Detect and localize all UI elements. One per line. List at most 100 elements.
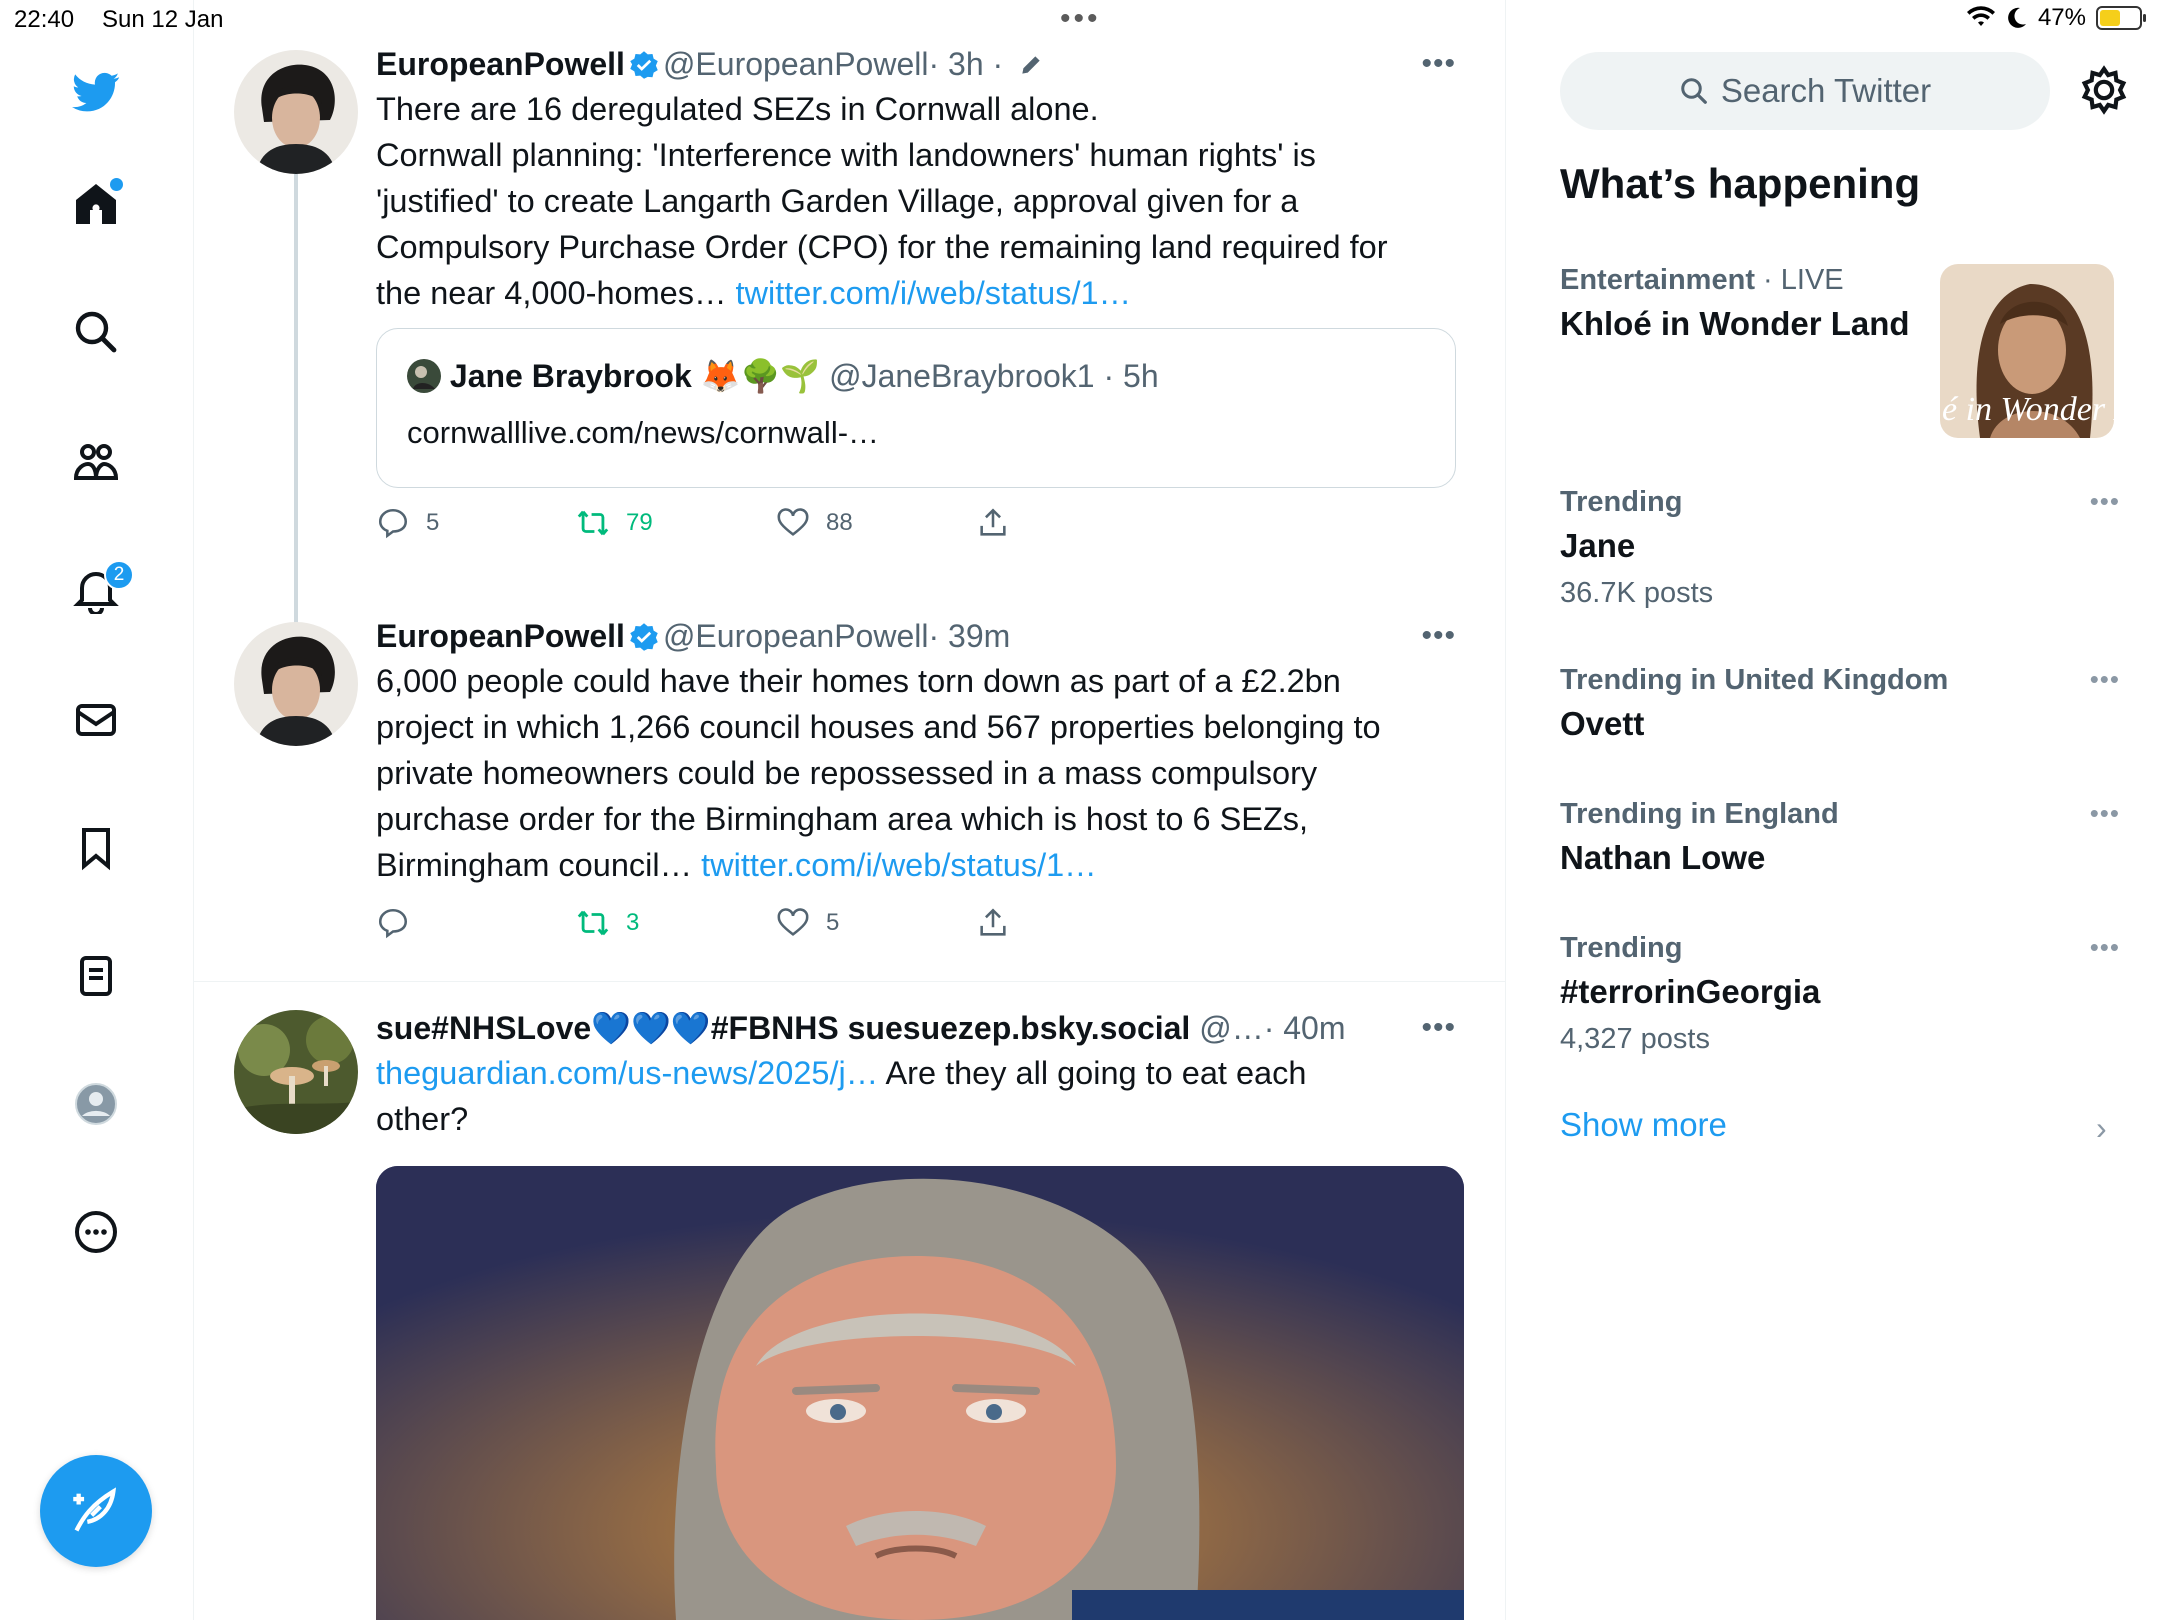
verified-badge-icon bbox=[630, 51, 658, 79]
reply-button[interactable]: 5 bbox=[376, 506, 439, 540]
verified-badge-icon bbox=[630, 623, 658, 651]
tweet-header: EuropeanPowell @EuropeanPowell· 3h · ••• bbox=[376, 42, 1456, 86]
like-button[interactable]: 5 bbox=[776, 906, 839, 940]
status-time: 22:40 bbox=[14, 6, 75, 33]
multitask-dots-icon[interactable]: ••• bbox=[1060, 2, 1101, 36]
tweet-more-icon[interactable]: ••• bbox=[1421, 614, 1456, 658]
quote-avatar[interactable] bbox=[407, 359, 441, 393]
mail-icon[interactable] bbox=[66, 690, 126, 750]
edited-pencil-icon bbox=[1022, 56, 1040, 74]
communities-icon[interactable] bbox=[66, 432, 126, 492]
quoted-tweet[interactable]: Jane Braybrook 🦊🌳🌱 @JaneBraybrook1 · 5h … bbox=[376, 328, 1456, 488]
home-unread-dot bbox=[110, 178, 123, 191]
trend-item[interactable]: Trending in England Nathan Lowe ••• bbox=[1560, 798, 2120, 877]
bell-icon[interactable]: 2 bbox=[66, 560, 134, 620]
quote-name: Jane Braybrook bbox=[449, 358, 692, 394]
retweet-button[interactable]: 79 bbox=[576, 506, 653, 540]
trend-item[interactable]: Trending Jane 36.7K posts ••• bbox=[1560, 486, 2120, 610]
share-button[interactable] bbox=[976, 506, 1010, 540]
trend-topic: #terrorinGeorgia bbox=[1560, 973, 1821, 1010]
trend-topic: Jane bbox=[1560, 527, 1636, 564]
trend-more-icon[interactable]: ••• bbox=[2090, 664, 2120, 695]
moon-icon bbox=[2008, 7, 2026, 28]
thread-line bbox=[294, 172, 298, 660]
trend-thumbnail[interactable]: é in Wonder L bbox=[1940, 264, 2114, 438]
trend-context: Trending in United Kingdom bbox=[1560, 664, 1949, 696]
settings-gear-icon[interactable] bbox=[2076, 62, 2132, 118]
tweet-actions: 5 79 88 bbox=[376, 506, 1456, 556]
display-name[interactable]: EuropeanPowell bbox=[376, 618, 625, 654]
chevron-right-icon: › bbox=[2096, 1110, 2107, 1146]
trend-topic: Nathan Lowe bbox=[1560, 839, 1766, 876]
retweet-button[interactable]: 3 bbox=[576, 906, 639, 940]
tweet-link[interactable]: twitter.com/i/web/status/1… bbox=[701, 847, 1097, 883]
timestamp[interactable]: · 3h · bbox=[928, 46, 1003, 82]
status-date: Sun 12 Jan bbox=[102, 6, 224, 33]
search-input[interactable]: Search Twitter bbox=[1560, 52, 2050, 130]
tweet-header: EuropeanPowell @EuropeanPowell· 39m ••• bbox=[376, 614, 1456, 658]
share-icon bbox=[980, 508, 1006, 536]
trend-more-icon[interactable]: ••• bbox=[2090, 798, 2120, 829]
search-icon bbox=[1681, 78, 1707, 104]
timestamp[interactable]: · 40m bbox=[1264, 1010, 1346, 1046]
tweet-link[interactable]: theguardian.com/us-news/2025/j… bbox=[376, 1055, 878, 1091]
trend-category: Entertainment bbox=[1560, 264, 1755, 296]
thumbnail-caption: é in Wonder L bbox=[1942, 391, 2114, 428]
home-icon[interactable] bbox=[66, 174, 126, 234]
timestamp[interactable]: · 39m bbox=[928, 618, 1010, 654]
twitter-logo-icon[interactable] bbox=[66, 62, 126, 122]
tweet-text: theguardian.com/us-news/2025/j… Are they… bbox=[376, 1050, 1456, 1142]
quote-emojis: 🦊🌳🌱 bbox=[700, 358, 821, 394]
right-sidebar: Search Twitter What’s happening Entertai… bbox=[1506, 0, 2160, 1620]
lists-icon[interactable] bbox=[66, 946, 126, 1006]
like-count: 5 bbox=[826, 909, 840, 936]
share-icon bbox=[980, 908, 1006, 936]
display-name[interactable]: EuropeanPowell bbox=[376, 46, 625, 82]
trend-more-icon[interactable]: ••• bbox=[2090, 486, 2120, 517]
trend-item[interactable]: Trending #terrorinGeorgia 4,327 posts ••… bbox=[1560, 932, 2120, 1056]
status-right: 47% bbox=[1966, 4, 2146, 32]
like-button[interactable]: 88 bbox=[776, 506, 853, 540]
handle[interactable]: @EuropeanPowell bbox=[663, 46, 929, 82]
tweet-link[interactable]: twitter.com/i/web/status/1… bbox=[736, 275, 1132, 311]
tweet-text: 6,000 people could have their homes torn… bbox=[376, 658, 1456, 888]
reply-button[interactable] bbox=[376, 906, 426, 940]
display-name[interactable]: sue#NHSLove💙💙💙#FBNHS suesuezep.bsky.soci… bbox=[376, 1010, 1190, 1046]
retweet-icon bbox=[577, 910, 609, 936]
bookmark-icon[interactable] bbox=[66, 818, 126, 878]
reply-icon bbox=[378, 508, 408, 539]
like-count: 88 bbox=[826, 509, 853, 536]
handle[interactable]: @EuropeanPowell bbox=[663, 618, 929, 654]
avatar[interactable] bbox=[234, 622, 358, 746]
trend-item[interactable]: Trending in United Kingdom Ovett ••• bbox=[1560, 664, 2120, 743]
tweet-header: sue#NHSLove💙💙💙#FBNHS suesuezep.bsky.soci… bbox=[376, 1006, 1456, 1050]
left-nav: 2 bbox=[0, 0, 194, 1620]
trend-more-icon[interactable]: ••• bbox=[2090, 932, 2120, 963]
tweet-actions: 3 5 bbox=[376, 906, 1456, 956]
reply-count: 5 bbox=[426, 509, 440, 536]
tweet-media-image[interactable] bbox=[376, 1166, 1464, 1620]
tweet-more-icon[interactable]: ••• bbox=[1421, 1006, 1456, 1050]
trend-count: 36.7K posts bbox=[1560, 577, 1714, 609]
handle[interactable]: @… bbox=[1199, 1010, 1263, 1046]
show-more-link[interactable]: Show more bbox=[1560, 1106, 1727, 1144]
profile-icon[interactable] bbox=[66, 1074, 126, 1134]
reply-icon bbox=[378, 908, 408, 939]
trend-topic: Ovett bbox=[1560, 705, 1645, 742]
avatar[interactable] bbox=[234, 1010, 358, 1134]
battery-percent: 47% bbox=[2037, 4, 2086, 31]
timeline: EuropeanPowell @EuropeanPowell· 3h · ••• … bbox=[194, 0, 1506, 1620]
search-placeholder: Search Twitter bbox=[1720, 72, 1932, 109]
heart-icon bbox=[777, 508, 809, 536]
avatar[interactable] bbox=[234, 50, 358, 174]
search-icon[interactable] bbox=[66, 302, 126, 362]
compose-icon bbox=[73, 1487, 117, 1532]
compose-button[interactable] bbox=[40, 1455, 152, 1567]
tweet-more-icon[interactable]: ••• bbox=[1421, 42, 1456, 86]
tweet-divider bbox=[194, 981, 1506, 982]
share-button[interactable] bbox=[976, 906, 1010, 940]
tweet-text: There are 16 deregulated SEZs in Cornwal… bbox=[376, 86, 1456, 316]
notifications-badge: 2 bbox=[104, 560, 134, 590]
more-icon[interactable] bbox=[66, 1202, 126, 1262]
trend-live-status: · LIVE bbox=[1763, 264, 1844, 296]
